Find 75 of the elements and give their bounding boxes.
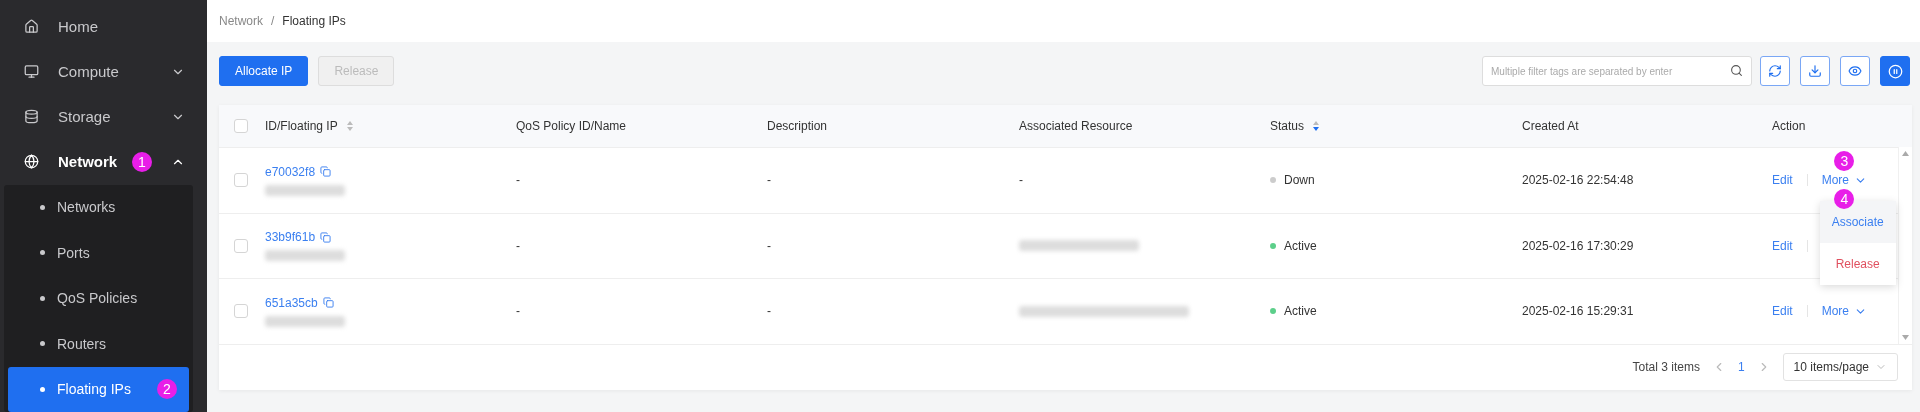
- table-cell: -: [516, 173, 520, 188]
- sidebar-subitem[interactable]: Ports: [8, 230, 189, 276]
- column-header: QoS Policy ID/Name: [516, 119, 627, 133]
- annotation-badge: 3: [1834, 151, 1855, 172]
- table-cell: -: [767, 238, 771, 253]
- table-cell: -: [516, 238, 520, 253]
- edit-link[interactable]: Edit: [1772, 238, 1793, 253]
- globe-icon: [24, 154, 39, 170]
- sidebar-subitem[interactable]: Floating IPs 2: [8, 366, 189, 412]
- column-header: Associated Resource: [1019, 119, 1133, 133]
- id-link[interactable]: 651a35cb: [265, 295, 345, 310]
- column-header: Action: [1772, 119, 1806, 133]
- checkbox[interactable]: [234, 173, 248, 188]
- eye-icon: [1848, 64, 1862, 78]
- sidebar-subitem[interactable]: Routers: [8, 321, 189, 367]
- monitor-icon: [24, 64, 39, 80]
- home-icon: [24, 19, 39, 35]
- column-header: Description: [767, 119, 828, 133]
- scroll-down-icon[interactable]: [1902, 334, 1909, 340]
- table-cell: 2025-02-16 17:30:29: [1522, 238, 1634, 253]
- id-link[interactable]: 33b9f61b: [265, 230, 345, 245]
- copy-icon[interactable]: [320, 231, 332, 243]
- status-text: Active: [1284, 304, 1317, 319]
- sidebar-subitem[interactable]: QoS Policies: [8, 275, 189, 321]
- id-link[interactable]: e70032f8: [265, 164, 345, 179]
- status-text: Down: [1284, 173, 1315, 188]
- page-size-select[interactable]: 10 items/page: [1782, 353, 1898, 381]
- more-link[interactable]: More: [1821, 304, 1868, 319]
- annotation-badge: 4: [1834, 189, 1855, 210]
- pause-icon: [1887, 63, 1903, 79]
- sidebar-item[interactable]: Home: [0, 4, 207, 50]
- download-icon: [1808, 64, 1822, 78]
- sidebar-item[interactable]: Storage: [0, 94, 207, 140]
- copy-icon[interactable]: [322, 297, 334, 309]
- edit-link[interactable]: Edit: [1772, 304, 1793, 319]
- table-cell: -: [516, 304, 520, 319]
- storage-icon: [24, 109, 39, 125]
- table-cell: -: [767, 304, 771, 319]
- search-field[interactable]: Multiple filter tags are separated by enter: [1482, 56, 1752, 86]
- column-header: ID/Floating IP: [265, 119, 338, 133]
- annotation-badge: 2: [156, 379, 177, 400]
- table-cell: 2025-02-16 22:54:48: [1522, 173, 1634, 188]
- view-button[interactable]: [1840, 56, 1870, 86]
- scroll-up-icon[interactable]: [1902, 151, 1909, 156]
- status-text: Active: [1284, 238, 1317, 253]
- page-number[interactable]: 1: [1737, 360, 1745, 374]
- menu-item[interactable]: Release: [1819, 243, 1896, 286]
- annotation-badge: 1: [132, 151, 152, 172]
- breadcrumb-separator: /: [271, 14, 275, 28]
- search-icon[interactable]: [1730, 64, 1743, 77]
- sort-icon[interactable]: [345, 120, 354, 132]
- scrollbar[interactable]: [1898, 147, 1912, 344]
- column-header: Created At: [1522, 119, 1579, 133]
- table-cell: 2025-02-16 15:29:31: [1522, 304, 1634, 319]
- more-link[interactable]: More: [1821, 173, 1868, 188]
- sidebar-subitem[interactable]: Networks: [8, 184, 189, 230]
- sidebar-item[interactable]: Network 1: [0, 139, 207, 185]
- edit-link[interactable]: Edit: [1772, 173, 1793, 188]
- sidebar-item[interactable]: Compute: [0, 49, 207, 95]
- table-cell: -: [767, 173, 771, 188]
- allocate-button[interactable]: Allocate IP: [219, 56, 309, 86]
- refresh-icon: [1768, 64, 1782, 78]
- table-cell: -: [1019, 173, 1023, 188]
- total-count: Total 3 items: [1632, 360, 1700, 374]
- column-header: Status: [1270, 119, 1305, 133]
- download-button[interactable]: [1800, 56, 1830, 86]
- breadcrumb-link[interactable]: Network: [219, 14, 263, 28]
- checkbox[interactable]: [234, 119, 248, 133]
- checkbox[interactable]: [234, 238, 248, 253]
- refresh-button[interactable]: [1760, 56, 1790, 86]
- sort-icon[interactable]: [1312, 120, 1321, 132]
- pause-button[interactable]: [1880, 56, 1910, 86]
- checkbox[interactable]: [234, 304, 248, 319]
- copy-icon[interactable]: [320, 166, 332, 178]
- breadcrumb-current: Floating IPs: [282, 14, 346, 28]
